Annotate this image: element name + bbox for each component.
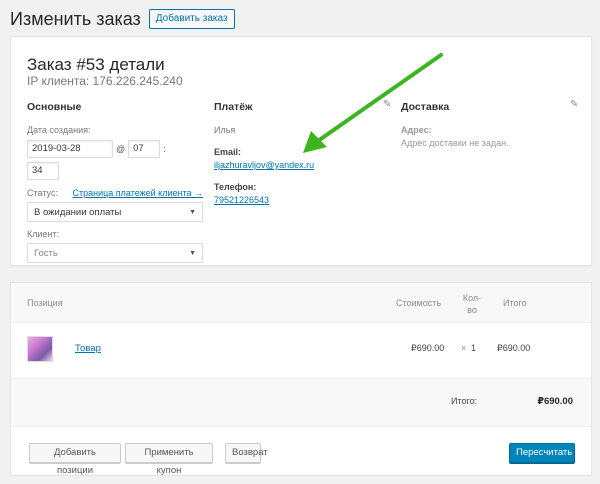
recalculate-button[interactable]: Пересчитать: [509, 443, 575, 463]
product-thumbnail: [27, 336, 53, 362]
arrow-icon: [303, 53, 443, 153]
customer-payment-page-link[interactable]: Страница платежей клиента →: [72, 188, 203, 198]
time-colon: :: [163, 144, 166, 154]
add-items-button[interactable]: Добавить позиции: [29, 443, 121, 476]
apply-coupon-button[interactable]: Применить купон: [125, 443, 213, 476]
column-position: Позиция: [27, 298, 63, 308]
status-label: Статус:: [27, 188, 58, 198]
order-total-value: ₽690.00: [537, 396, 573, 407]
chevron-down-icon: ▼: [189, 249, 196, 257]
page-title: Изменить заказ: [10, 8, 141, 29]
item-qty: 1: [471, 343, 477, 353]
client-select[interactable]: Гость ▼: [27, 243, 203, 263]
order-data-panel: Заказ #53 детали IP клиента: 176.226.245…: [10, 36, 592, 266]
product-link[interactable]: Товар: [75, 343, 101, 354]
at-sign: @: [116, 144, 126, 154]
minute-input[interactable]: 34: [27, 162, 59, 180]
column-total: Итого: [503, 298, 527, 308]
general-column: Основные Дата создания: 2019-03-28 @ 07 …: [27, 101, 203, 263]
chevron-down-icon: ▼: [189, 208, 196, 216]
order-heading: Заказ #53 детали: [27, 55, 165, 74]
times-sign: ×: [461, 343, 467, 353]
customer-ip: IP клиента: 176.226.245.240: [27, 74, 183, 88]
pencil-icon[interactable]: ✎: [570, 99, 578, 110]
status-select[interactable]: В ожидании оплаты ▼: [27, 202, 203, 222]
date-input[interactable]: 2019-03-28: [27, 140, 113, 158]
hour-input[interactable]: 07: [128, 140, 161, 158]
add-order-button[interactable]: Добавить заказ: [148, 9, 235, 29]
items-table-header: Позиция Стоимость Кол-во Итого: [11, 283, 591, 323]
billing-email-link[interactable]: iljazhuravljov@yandex.ru: [214, 160, 392, 170]
column-cost: Стоимость: [396, 298, 442, 308]
order-items-panel: Позиция Стоимость Кол-во Итого Товар ₽69…: [10, 282, 592, 476]
items-actions: Добавить позиции Применить купон Возврат…: [11, 429, 591, 477]
order-totals: Итого: ₽690.00: [11, 379, 591, 427]
order-total-label: Итого:: [451, 396, 478, 406]
client-label: Клиент:: [27, 229, 60, 239]
general-title: Основные: [27, 101, 82, 113]
date-row: 2019-03-28 @ 07 :: [27, 140, 203, 158]
table-row: Товар ₽690.00 × 1 ₽690.00: [11, 323, 591, 379]
page-header: Изменить заказ Добавить заказ: [10, 6, 235, 32]
status-value: В ожидании оплаты: [34, 206, 122, 218]
column-qty: Кол-во: [462, 293, 482, 315]
billing-phone-link[interactable]: 79521226543: [214, 195, 392, 205]
phone-label: Телефон:: [214, 182, 257, 192]
status-line: Статус: Страница платежей клиента →: [27, 188, 203, 198]
item-total: ₽690.00: [497, 343, 531, 353]
date-created-label: Дата создания:: [27, 125, 91, 135]
item-cost: ₽690.00: [411, 343, 445, 353]
refund-button[interactable]: Возврат: [225, 443, 268, 463]
client-value: Гость: [34, 247, 58, 259]
